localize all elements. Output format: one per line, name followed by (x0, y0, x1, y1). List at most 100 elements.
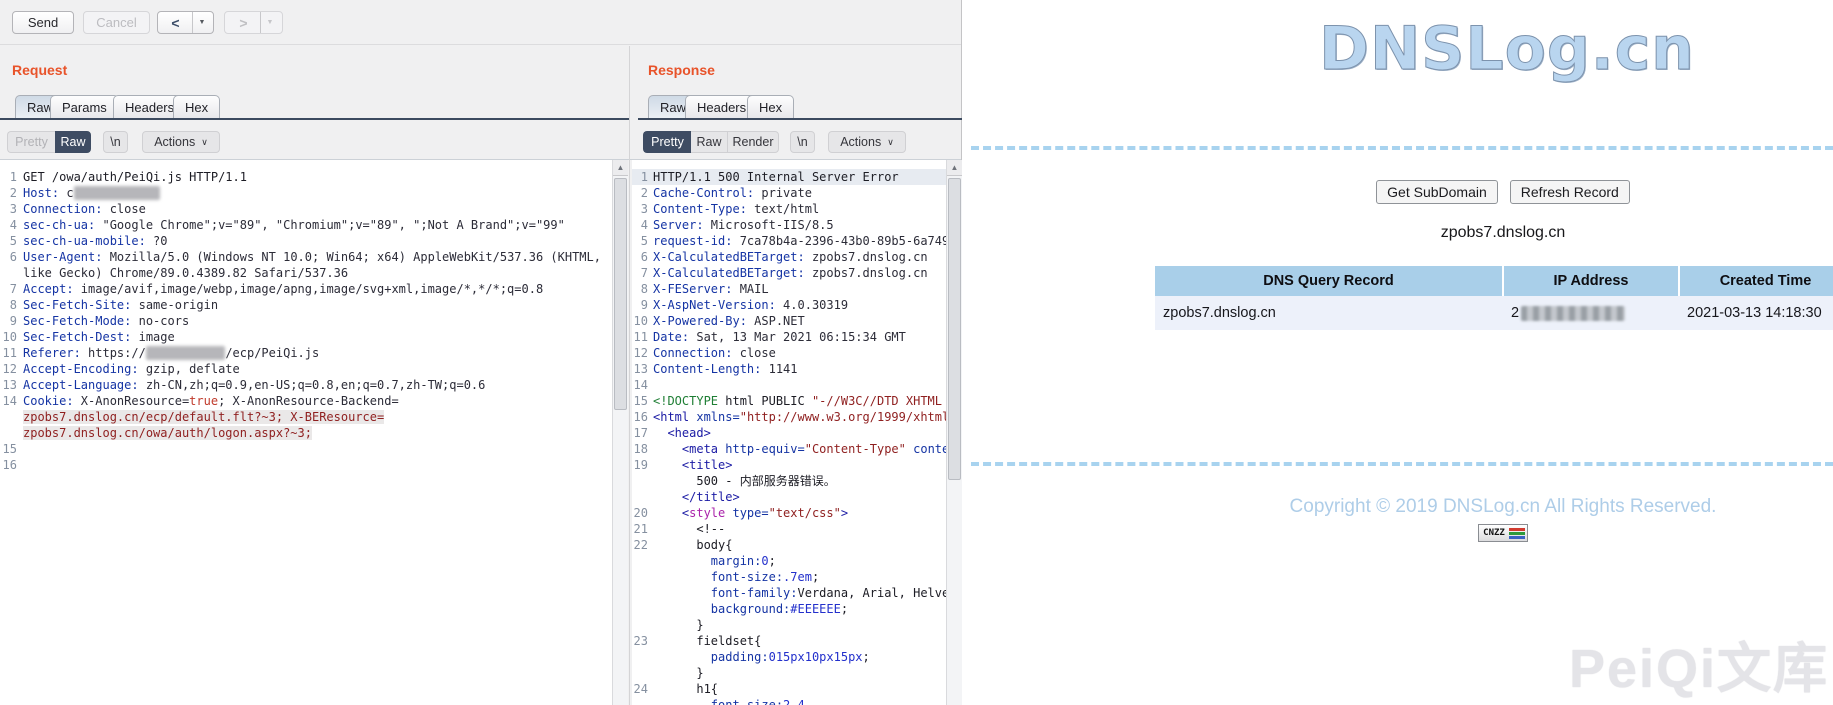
cancel-button[interactable]: Cancel (83, 11, 150, 34)
code-token: } (653, 666, 704, 680)
code-line: 1GET /owa/auth/PeiQi.js HTTP/1.1 (0, 169, 612, 185)
code-token: close (732, 346, 775, 360)
response-newline-toggle[interactable]: \n (790, 131, 815, 153)
request-editor[interactable]: 1GET /owa/auth/PeiQi.js HTTP/1.12Host: c… (0, 160, 612, 705)
copyright-text: Copyright © 2019 DNSLog.cn All Rights Re… (1155, 496, 1833, 518)
peiqi-watermark: PeiQi文库 (1569, 624, 1829, 703)
code-line: 16 (0, 457, 612, 473)
get-subdomain-button[interactable]: Get SubDomain (1376, 180, 1498, 204)
code-line: 16<html xmlns="http://www.w3.org/1999/xh… (632, 409, 946, 425)
redacted-text (74, 186, 161, 200)
code-line: 18 <meta http-equiv="Content-Type" conte… (632, 441, 946, 457)
line-number: 7 (0, 281, 17, 297)
code-token: X-AspNet-Version: (653, 298, 776, 312)
code-token: background: (653, 602, 790, 616)
code-line: 1HTTP/1.1 500 Internal Server Error (632, 169, 946, 185)
column-created-time: Created Time (1679, 266, 1833, 296)
code-token: 2.4 (783, 698, 805, 705)
code-token: Microsoft-IIS/8.5 (704, 218, 834, 232)
code-token: fieldset{ (653, 634, 761, 648)
request-newline-toggle[interactable]: \n (103, 131, 128, 153)
code-token: 015px10px15px (769, 650, 863, 664)
code-token: Content-Type: (653, 202, 747, 216)
code-line: 9Sec-Fetch-Mode: no-cors (0, 313, 612, 329)
chevron-down-icon: ∨ (887, 137, 894, 148)
code-token: body{ (653, 538, 732, 552)
response-pretty-toggle[interactable]: Pretty (643, 131, 691, 153)
code-token: ?0 (146, 234, 168, 248)
request-pretty-toggle[interactable]: Pretty (7, 131, 55, 153)
assigned-subdomain: zpobs7.dnslog.cn (1155, 224, 1833, 242)
line-number: 4 (0, 217, 17, 233)
repeater-toolbar: Send Cancel < ▼ > ▼ (0, 0, 961, 45)
code-token: <!-- (653, 522, 725, 536)
scroll-up-icon[interactable]: ▲ (613, 160, 628, 176)
request-scrollbar[interactable]: ▲ (612, 160, 628, 705)
code-line: 12Accept-Encoding: gzip, deflate (0, 361, 612, 377)
code-token: c (59, 186, 73, 200)
line-number: 7 (632, 265, 648, 281)
code-token: Sat, 13 Mar 2021 06:15:34 GMT (689, 330, 906, 344)
cnzz-stats-badge[interactable]: CNZZ (1478, 524, 1528, 542)
cnzz-badge-wrap: CNZZ (1155, 522, 1833, 542)
code-token: 7ca78b4a-2396-43b0-89b5-6a749887 (732, 234, 946, 248)
code-token: sec-ch-ua: (23, 218, 95, 232)
request-tab-hex[interactable]: Hex (173, 95, 220, 119)
request-tab-params[interactable]: Params (50, 95, 119, 119)
request-tabline (0, 118, 630, 120)
code-line: font-family:Verdana, Arial, Helvetica, (632, 585, 946, 601)
code-line: 7Accept: image/avif,image/webp,image/apn… (0, 281, 612, 297)
code-token: xmlns= (696, 410, 739, 424)
response-render-toggle[interactable]: Render (727, 131, 779, 153)
code-token: request-id: (653, 234, 732, 248)
code-token: Content-Length: (653, 362, 761, 376)
response-raw-toggle[interactable]: Raw (691, 131, 727, 153)
refresh-record-button[interactable]: Refresh Record (1510, 180, 1630, 204)
dropdown-arrow-icon[interactable]: ▼ (193, 19, 212, 26)
response-panel-title: Response (648, 62, 715, 78)
code-line: background:#EEEEEE; (632, 601, 946, 617)
code-line: 4Server: Microsoft-IIS/8.5 (632, 217, 946, 233)
response-tab-hex[interactable]: Hex (747, 95, 794, 119)
request-raw-toggle[interactable]: Raw (55, 131, 91, 153)
dropdown-arrow-icon[interactable]: ▼ (261, 19, 280, 26)
code-line: 19 <title> (632, 457, 946, 473)
code-line: } (632, 665, 946, 681)
response-editor[interactable]: 1HTTP/1.1 500 Internal Server Error2Cach… (632, 160, 946, 705)
line-number: 5 (0, 233, 17, 249)
code-token: zh-CN,zh;q=0.9,en-US;q=0.8,en;q=0.7,zh-T… (139, 378, 486, 392)
response-actions-button[interactable]: Actions ∨ (828, 131, 906, 153)
code-token: Sec-Fetch-Dest: (23, 330, 131, 344)
code-token: Verdana, Arial, Helvetica, (798, 586, 947, 600)
code-token: ASP.NET (747, 314, 805, 328)
code-line: 22 body{ (632, 537, 946, 553)
send-button[interactable]: Send (12, 11, 74, 34)
code-line: 11Referer: https:// /ecp/PeiQi.js (0, 345, 612, 361)
response-scrollbar-thumb[interactable] (948, 178, 961, 480)
redacted-text (146, 346, 225, 360)
code-token: image (131, 330, 174, 344)
line-number: 10 (0, 329, 17, 345)
line-number: 5 (632, 233, 648, 249)
scroll-up-icon[interactable]: ▲ (947, 160, 962, 176)
code-token: 4.0.30319 (776, 298, 848, 312)
previous-request-arrow-icon: < (160, 15, 192, 31)
code-token: /ecp/PeiQi.js (225, 346, 319, 360)
code-line: 2Host: c (0, 185, 612, 201)
code-token: font-size: (653, 570, 783, 584)
line-number: 13 (0, 377, 17, 393)
request-scrollbar-thumb[interactable] (614, 178, 627, 410)
line-number: 6 (0, 249, 17, 265)
code-token: zpobs7.dnslog.cn/ecp/default.flt?~3; X-B… (23, 410, 384, 424)
dnslog-window: DNSLog.cn Get SubDomain Refresh Record z… (963, 0, 1833, 705)
code-token: User-Agent: (23, 250, 102, 264)
code-line: 3Content-Type: text/html (632, 201, 946, 217)
line-number: 12 (632, 345, 648, 361)
line-number: 15 (0, 441, 17, 457)
response-scrollbar[interactable]: ▲ (946, 160, 962, 705)
next-request-split-button[interactable]: > ▼ (224, 11, 283, 34)
code-token: 1141 (761, 362, 797, 376)
previous-request-split-button[interactable]: < ▼ (157, 11, 214, 34)
code-line: font-size:.7em; (632, 569, 946, 585)
request-actions-button[interactable]: Actions ∨ (142, 131, 220, 153)
